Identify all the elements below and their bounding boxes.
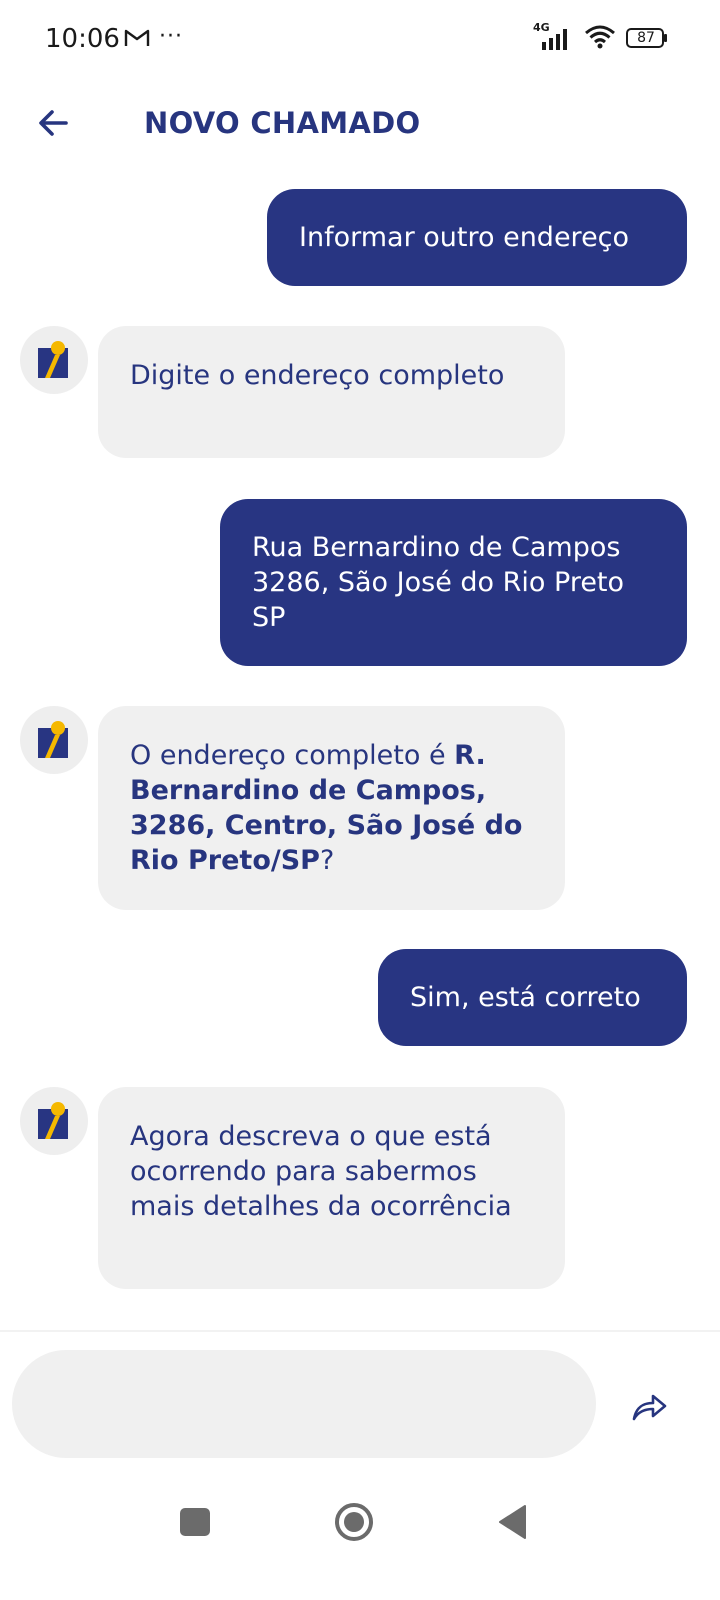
wifi-icon bbox=[585, 25, 615, 49]
bot-message-bubble: O endereço completo é R. Bernardino de C… bbox=[98, 706, 565, 910]
recents-square-icon[interactable] bbox=[180, 1508, 210, 1536]
company-logo-icon bbox=[38, 721, 68, 758]
send-arrow-icon[interactable] bbox=[630, 1388, 670, 1424]
status-bar: 10:06 ··· 4G 87 bbox=[0, 0, 720, 78]
bot-message-bubble: Digite o endereço completo bbox=[98, 326, 565, 458]
user-message-bubble: Informar outro endereço bbox=[267, 189, 687, 286]
message-text: Sim, está correto bbox=[410, 982, 641, 1013]
bot-avatar bbox=[20, 326, 88, 394]
message-text: Agora descreva o que está ocorrendo para… bbox=[130, 1121, 512, 1222]
back-triangle-icon[interactable] bbox=[497, 1504, 527, 1540]
chat-screen: 10:06 ··· 4G 87 NOVO CHAMADO Informar ou… bbox=[0, 0, 720, 1600]
message-text: Informar outro endereço bbox=[299, 222, 630, 253]
page-title: NOVO CHAMADO bbox=[144, 106, 421, 140]
home-circle-icon[interactable] bbox=[334, 1502, 374, 1542]
message-text: Rua Bernardino de Campos 3286, São José … bbox=[252, 532, 625, 633]
message-text: O endereço completo é R. Bernardino de C… bbox=[130, 738, 533, 878]
bot-avatar bbox=[20, 1087, 88, 1155]
back-arrow-button[interactable] bbox=[30, 102, 78, 144]
message-input[interactable] bbox=[12, 1350, 596, 1458]
company-logo-icon bbox=[38, 341, 68, 378]
bot-avatar bbox=[20, 706, 88, 774]
user-message-bubble: Rua Bernardino de Campos 3286, São José … bbox=[220, 499, 687, 666]
message-text-prefix: O endereço completo é bbox=[130, 740, 455, 771]
message-text-suffix: ? bbox=[319, 845, 335, 876]
status-time: 10:06 bbox=[45, 24, 120, 54]
battery-level: 87 bbox=[637, 30, 655, 46]
company-logo-icon bbox=[38, 1102, 68, 1139]
composer-divider bbox=[0, 1330, 720, 1332]
bot-message-bubble: Agora descreva o que está ocorrendo para… bbox=[98, 1087, 565, 1289]
more-dots-icon: ··· bbox=[159, 24, 183, 49]
user-message-bubble: Sim, está correto bbox=[378, 949, 687, 1046]
network-type: 4G bbox=[533, 21, 550, 34]
message-text: Digite o endereço completo bbox=[130, 360, 505, 391]
gmail-icon bbox=[124, 29, 150, 46]
app-header: NOVO CHAMADO bbox=[0, 80, 720, 166]
